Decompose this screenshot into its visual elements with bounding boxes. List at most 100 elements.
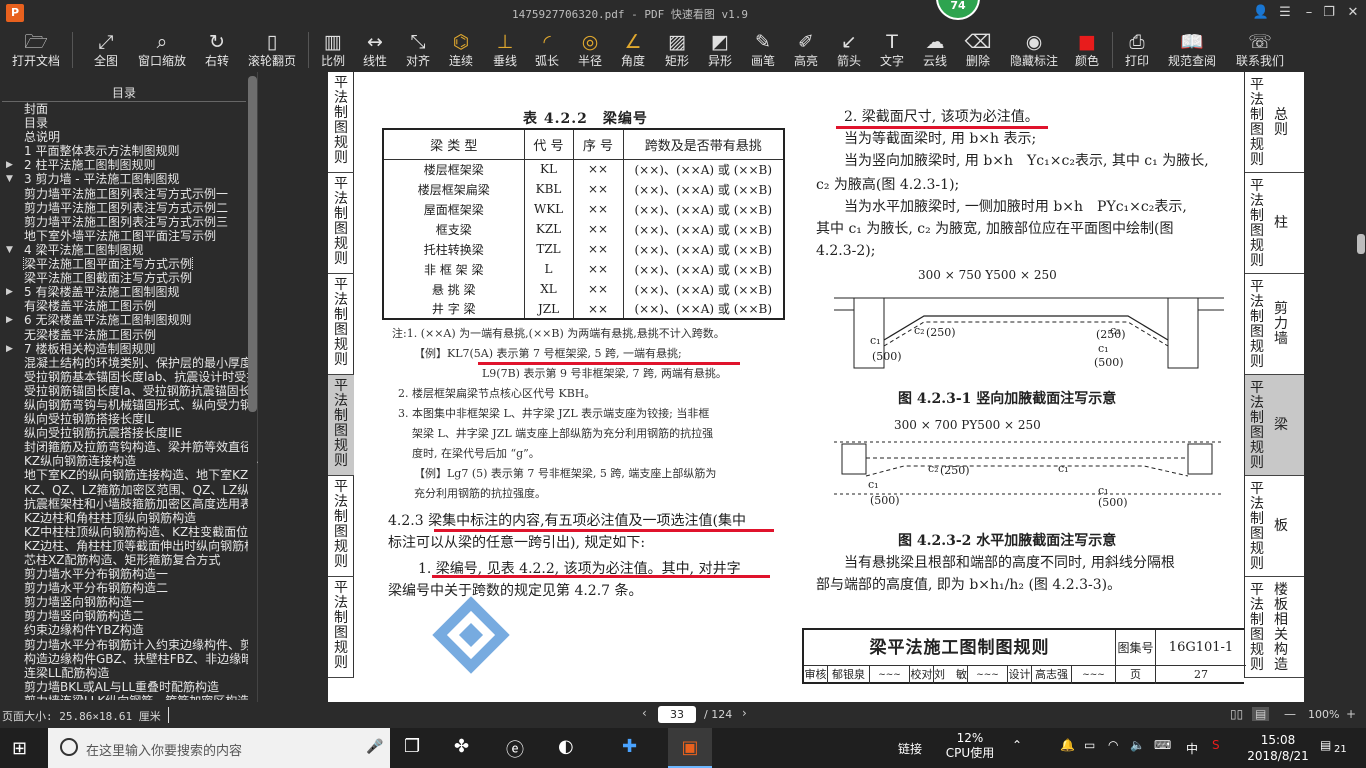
notification-bell-icon[interactable]: 🔔 bbox=[1060, 738, 1075, 752]
next-page-icon[interactable]: › bbox=[742, 706, 747, 720]
toc-item[interactable]: KZ中柱柱顶纵向钢筋构造、KZ柱变截面位置 bbox=[0, 525, 248, 539]
keyboard-icon[interactable]: ⌨ bbox=[1154, 738, 1171, 752]
print-button[interactable]: ⎙ 打印 bbox=[1120, 29, 1154, 71]
toc-item[interactable]: KZ、QZ、LZ箍筋加密区范围、QZ、LZ纵向钢 bbox=[0, 483, 248, 497]
edge-browser-icon[interactable]: ⓔ bbox=[506, 736, 524, 762]
standards-lookup-button[interactable]: 📖 规范查阅 bbox=[1162, 29, 1222, 71]
toc-item[interactable]: 纵向钢筋弯钩与机械锚固形式、纵向受力钢 bbox=[0, 398, 248, 412]
zoom-in-icon[interactable]: + bbox=[1346, 707, 1356, 721]
task-view-icon[interactable]: ❐ bbox=[404, 736, 420, 757]
toc-item[interactable]: 剪力墙平法施工图列表注写方式示例一 bbox=[0, 187, 248, 201]
taskbar-search-box[interactable]: 在这里输入你要搜索的内容 🎤 bbox=[48, 728, 390, 768]
toc-item[interactable]: 受拉钢筋基本锚固长度lab、抗震设计时受拉 bbox=[0, 370, 248, 384]
toc-item[interactable]: ▶ 2 柱平法施工图制图规则 bbox=[0, 158, 248, 172]
toc-item[interactable]: 梁平法施工图平面注写方式示例 bbox=[0, 257, 248, 272]
toc-item[interactable]: 剪力墙竖向钢筋构造二 bbox=[0, 609, 248, 623]
page-number-input[interactable]: 33 bbox=[658, 706, 696, 723]
toc-item[interactable]: 封面 bbox=[0, 102, 248, 116]
continuous-dimension-button[interactable]: ⌬ 连续 bbox=[444, 29, 478, 71]
scale-button[interactable]: ▥ 比例 bbox=[316, 29, 350, 71]
close-button[interactable]: ✕ bbox=[1342, 3, 1364, 23]
toc-item[interactable]: 剪力墙竖向钢筋构造一 bbox=[0, 595, 248, 609]
toc-item[interactable]: 剪力墙平法施工图列表注写方式示例二 bbox=[0, 201, 248, 215]
maximize-button[interactable]: ❐ bbox=[1318, 3, 1340, 23]
pen-button[interactable]: ✎ 画笔 bbox=[746, 29, 780, 71]
red-underline-annotation[interactable] bbox=[478, 362, 740, 365]
toc-item[interactable]: KZ纵向钢筋连接构造 bbox=[0, 454, 248, 468]
ime-indicator[interactable]: 中 bbox=[1186, 740, 1198, 757]
toc-item[interactable]: KZ边柱、角柱柱顶等截面伸出时纵向钢筋构 bbox=[0, 539, 248, 553]
toc-item[interactable]: 1 平面整体表示方法制图规则 bbox=[0, 144, 248, 158]
collapsed-arrow-icon[interactable]: ▶ bbox=[6, 158, 13, 172]
arc-length-button[interactable]: ◜ 弧长 bbox=[530, 29, 564, 71]
toc-scrollbar[interactable] bbox=[248, 76, 257, 412]
toc-item[interactable]: 混凝土结构的环境类别、保护层的最小厚度 bbox=[0, 356, 248, 370]
chat-app-icon[interactable]: ◐ bbox=[558, 736, 574, 757]
toc-item[interactable]: 构造边缘构件GBZ、扶壁柱FBZ、非边缘暗柱 bbox=[0, 652, 248, 666]
collapsed-arrow-icon[interactable]: ▶ bbox=[6, 313, 13, 327]
rotate-right-button[interactable]: ↻ 右转 bbox=[196, 29, 238, 71]
fit-page-button[interactable]: ⤢ 全图 bbox=[84, 29, 128, 71]
fan-app-icon[interactable]: ✤ bbox=[454, 736, 469, 757]
linear-dimension-button[interactable]: ↔ 线性 bbox=[358, 29, 392, 71]
toc-item[interactable]: 剪力墙水平分布钢筋构造二 bbox=[0, 581, 248, 595]
highlight-button[interactable]: ✐ 高亮 bbox=[789, 29, 823, 71]
cpu-usage-widget[interactable]: 12% CPU使用 bbox=[940, 731, 1000, 761]
toc-item[interactable]: 剪力墙平法施工图列表注写方式示例三 bbox=[0, 215, 248, 229]
toc-item[interactable]: KZ边柱和角柱柱顶纵向钢筋构造 bbox=[0, 511, 248, 525]
toc-item[interactable]: 有梁楼盖平法施工图示例 bbox=[0, 299, 248, 313]
toc-item[interactable]: 封闭箍筋及拉筋弯钩构造、梁并筋等效直径 bbox=[0, 440, 248, 454]
rectangle-area-button[interactable]: ▨ 矩形 bbox=[660, 29, 694, 71]
toc-item[interactable]: 连梁LL配筋构造 bbox=[0, 666, 248, 680]
cloud-line-button[interactable]: ☁ 云线 bbox=[918, 29, 952, 71]
toc-item[interactable]: 地下室KZ的纵向钢筋连接构造、地下室KZ的 bbox=[0, 468, 248, 482]
toc-item[interactable]: 约束边缘构件YBZ构造 bbox=[0, 623, 248, 637]
single-page-view-icon[interactable]: ▯▯ bbox=[1230, 707, 1243, 721]
arrow-button[interactable]: ↙ 箭头 bbox=[832, 29, 866, 71]
continuous-view-icon[interactable]: ▤ bbox=[1252, 707, 1270, 721]
angle-button[interactable]: ∠ 角度 bbox=[616, 29, 650, 71]
wheel-page-button[interactable]: ▯ 滚轮翻页 bbox=[244, 29, 300, 71]
expanded-arrow-icon[interactable]: ▼ bbox=[6, 243, 13, 257]
toc-item[interactable]: ▶ 7 楼板相关构造制图规则 bbox=[0, 342, 248, 356]
perpendicular-button[interactable]: ⊥ 垂线 bbox=[488, 29, 522, 71]
radius-button[interactable]: ◎ 半径 bbox=[573, 29, 607, 71]
delete-button[interactable]: ⌫ 删除 bbox=[961, 29, 995, 71]
volume-icon[interactable]: 🔈 bbox=[1130, 738, 1145, 752]
user-icon[interactable]: 👤 bbox=[1250, 3, 1272, 23]
text-button[interactable]: T 文字 bbox=[875, 29, 909, 71]
prev-page-icon[interactable]: ‹ bbox=[642, 706, 647, 720]
toc-item[interactable]: 无梁楼盖平法施工图示例 bbox=[0, 328, 248, 342]
menu-icon[interactable]: ☰ bbox=[1274, 3, 1296, 23]
toc-item[interactable]: 抗震框架柱和小墙肢箍筋加密区高度选用表 bbox=[0, 497, 248, 511]
toc-item[interactable]: 受拉钢筋锚固长度la、受拉钢筋抗震锚固长 bbox=[0, 384, 248, 398]
color-button[interactable]: ■ 颜色 bbox=[1070, 29, 1104, 71]
hide-annotation-button[interactable]: ◉ 隐藏标注 bbox=[1004, 29, 1064, 71]
toc-item[interactable]: 梁平法施工图截面注写方式示例 bbox=[0, 271, 248, 285]
sogou-ime-icon[interactable]: S bbox=[1212, 738, 1220, 752]
window-zoom-button[interactable]: ⌕ 窗口缩放 bbox=[134, 29, 190, 71]
toc-item[interactable]: 芯柱XZ配筋构造、矩形箍筋复合方式 bbox=[0, 553, 248, 567]
windows-start-icon[interactable]: ⊞ bbox=[12, 738, 27, 759]
contact-us-button[interactable]: ☏ 联系我们 bbox=[1230, 29, 1290, 71]
toc-item[interactable]: 纵向受拉钢筋抗震搭接长度llE bbox=[0, 426, 248, 440]
app-icon[interactable]: ✚ bbox=[622, 736, 637, 757]
document-view[interactable]: 平法制图规则 平法制图规则 平法制图规则 平法制图规则 平法制图规则 平法制图规则 表 4… bbox=[258, 72, 1366, 702]
zoom-out-icon[interactable]: — bbox=[1284, 707, 1296, 721]
battery-icon[interactable]: ▭ bbox=[1084, 738, 1095, 752]
aligned-dimension-button[interactable]: ⤡ 对齐 bbox=[401, 29, 435, 71]
toc-item[interactable]: ▶ 5 有梁楼盖平法施工图制图规 bbox=[0, 285, 248, 299]
document-scrollbar[interactable] bbox=[1357, 234, 1365, 254]
toc-item[interactable]: 地下室外墙平法施工图平面注写示例 bbox=[0, 229, 248, 243]
red-underline-annotation[interactable] bbox=[434, 529, 774, 532]
polygon-area-button[interactable]: ◩ 异形 bbox=[703, 29, 737, 71]
taskbar-clock[interactable]: 15:08 2018/8/21 bbox=[1244, 732, 1312, 764]
toc-item[interactable]: 剪力墙水平分布钢筋计入约束边缘构件、剪 bbox=[0, 638, 248, 652]
wifi-icon[interactable]: ◠ bbox=[1108, 738, 1118, 752]
minimize-button[interactable]: – bbox=[1298, 3, 1320, 23]
microphone-icon[interactable]: 🎤 bbox=[366, 739, 383, 755]
toc-item[interactable]: 总说明 bbox=[0, 130, 248, 144]
expanded-arrow-icon[interactable]: ▼ bbox=[6, 172, 13, 186]
zoom-level[interactable]: 100% bbox=[1308, 708, 1339, 721]
toc-item[interactable]: ▼ 3 剪力墙 - 平法施工图制图规 bbox=[0, 172, 248, 186]
